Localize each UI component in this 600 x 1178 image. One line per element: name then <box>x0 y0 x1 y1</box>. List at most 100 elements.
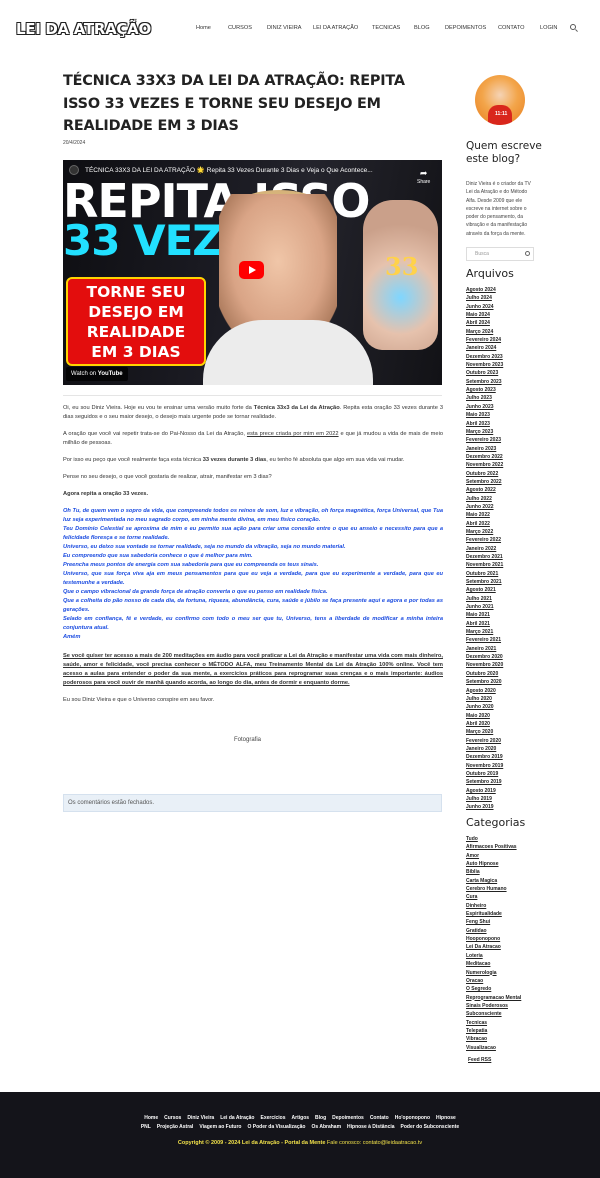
footer-link[interactable]: Projeção Astral <box>157 1124 194 1130</box>
category-link[interactable]: Lei Da Atracao <box>466 943 521 951</box>
site-logo[interactable]: LEI DA ATRAÇÃO <box>16 20 151 38</box>
archive-link[interactable]: Fevereiro 2022 <box>466 536 503 544</box>
nav-login[interactable]: LOGIN <box>540 25 557 31</box>
share-button[interactable]: ➦ Share <box>417 168 430 185</box>
footer-link[interactable]: Os Abraham <box>311 1124 341 1130</box>
footer-link[interactable]: Blog <box>315 1115 326 1121</box>
archive-link[interactable]: Abril 2021 <box>466 620 503 628</box>
contact-text[interactable]: Fale conosco: contato@leidaatracao.tv <box>325 1140 422 1146</box>
archive-link[interactable]: Março 2021 <box>466 628 503 636</box>
play-button[interactable] <box>239 261 264 279</box>
archive-link[interactable]: Junho 2024 <box>466 303 503 311</box>
archive-link[interactable]: Novembro 2023 <box>466 361 503 369</box>
nav-diniz-vieira[interactable]: DINIZ VIEIRA <box>267 25 302 31</box>
archive-link[interactable]: Junho 2022 <box>466 503 503 511</box>
footer-link[interactable]: Hipnose <box>436 1115 456 1121</box>
footer-link[interactable]: PNL <box>141 1124 151 1130</box>
archive-link[interactable]: Novembro 2020 <box>466 661 503 669</box>
archive-link[interactable]: Agosto 2023 <box>466 386 503 394</box>
category-link[interactable]: Cura <box>466 893 521 901</box>
category-link[interactable]: Bíblia <box>466 868 521 876</box>
archive-link[interactable]: Dezembro 2020 <box>466 653 503 661</box>
archive-link[interactable]: Novembro 2022 <box>466 461 503 469</box>
category-link[interactable]: Feng Shui <box>466 918 521 926</box>
archive-link[interactable]: Setembro 2023 <box>466 378 503 386</box>
archive-link[interactable]: Dezembro 2023 <box>466 353 503 361</box>
video-title[interactable]: TÉCNICA 33X3 DA LEI DA ATRAÇÃO 🌟 Repita … <box>85 166 373 174</box>
archive-link[interactable]: Junho 2020 <box>466 703 503 711</box>
metodo-alfa-promo-link[interactable]: Se você quiser ter acesso a mais de 200 … <box>63 652 443 688</box>
footer-link[interactable]: Viagem ao Futuro <box>199 1124 241 1130</box>
archive-link[interactable]: Março 2022 <box>466 528 503 536</box>
archive-link[interactable]: Janeiro 2023 <box>466 445 503 453</box>
category-link[interactable]: Oracao <box>466 977 521 985</box>
archive-link[interactable]: Setembro 2019 <box>466 778 503 786</box>
archive-link[interactable]: Agosto 2021 <box>466 586 503 594</box>
archive-link[interactable]: Julho 2024 <box>466 294 503 302</box>
category-link[interactable]: Numerologia <box>466 969 521 977</box>
archive-link[interactable]: Janeiro 2021 <box>466 645 503 653</box>
footer-link[interactable]: Artigos <box>292 1115 310 1121</box>
footer-link[interactable]: Depoimentos <box>332 1115 364 1121</box>
category-link[interactable]: Amor <box>466 852 521 860</box>
archive-link[interactable]: Abril 2023 <box>466 420 503 428</box>
category-link[interactable]: O Segredo <box>466 985 521 993</box>
archive-link[interactable]: Janeiro 2022 <box>466 545 503 553</box>
category-link[interactable]: Sinais Poderosos <box>466 1002 521 1010</box>
footer-link[interactable]: Cursos <box>164 1115 181 1121</box>
archive-link[interactable]: Maio 2024 <box>466 311 503 319</box>
archive-link[interactable]: Agosto 2022 <box>466 486 503 494</box>
search-icon[interactable] <box>525 251 530 256</box>
archive-link[interactable]: Abril 2020 <box>466 720 503 728</box>
search-icon[interactable] <box>570 24 576 30</box>
archive-link[interactable]: Setembro 2020 <box>466 678 503 686</box>
archive-link[interactable]: Maio 2020 <box>466 712 503 720</box>
archive-link[interactable]: Junho 2019 <box>466 803 503 811</box>
archive-link[interactable]: Maio 2023 <box>466 411 503 419</box>
archive-link[interactable]: Fevereiro 2021 <box>466 636 503 644</box>
category-link[interactable]: Hooponopono <box>466 935 521 943</box>
archive-link[interactable]: Dezembro 2019 <box>466 753 503 761</box>
archive-link[interactable]: Setembro 2022 <box>466 478 503 486</box>
nav-home[interactable]: Home <box>196 25 211 31</box>
category-link[interactable]: Subconsciente <box>466 1010 521 1018</box>
footer-link[interactable]: Poder do Subconsciente <box>401 1124 460 1130</box>
category-link[interactable]: Cerebro Humano <box>466 885 521 893</box>
archive-link[interactable]: Março 2023 <box>466 428 503 436</box>
category-link[interactable]: Telepatia <box>466 1027 521 1035</box>
archive-link[interactable]: Fevereiro 2020 <box>466 737 503 745</box>
archive-link[interactable]: Novembro 2019 <box>466 762 503 770</box>
archive-link[interactable]: Agosto 2024 <box>466 286 503 294</box>
archive-link[interactable]: Outubro 2019 <box>466 770 503 778</box>
nav-blog[interactable]: BLOG <box>414 25 430 31</box>
archive-link[interactable]: Outubro 2020 <box>466 670 503 678</box>
nav-depoimentos[interactable]: DEPOIMENTOS <box>445 25 486 31</box>
category-link[interactable]: Espiritualidade <box>466 910 521 918</box>
archive-link[interactable]: Fevereiro 2024 <box>466 336 503 344</box>
category-link[interactable]: Dinheiro <box>466 902 521 910</box>
archive-link[interactable]: Outubro 2023 <box>466 369 503 377</box>
archive-link[interactable]: Novembro 2021 <box>466 561 503 569</box>
watch-on-youtube-button[interactable]: Watch on YouTube <box>66 367 128 381</box>
feed-rss-link[interactable]: Feed RSS <box>468 1057 491 1063</box>
category-link[interactable]: Tudo <box>466 835 521 843</box>
archive-link[interactable]: Julho 2019 <box>466 795 503 803</box>
archive-link[interactable]: Abril 2022 <box>466 520 503 528</box>
footer-link[interactable]: O Poder da Visualização <box>247 1124 305 1130</box>
footer-link[interactable]: Ho'oponopono <box>395 1115 430 1121</box>
category-link[interactable]: Visualizacao <box>466 1044 521 1052</box>
archive-link[interactable]: Março 2024 <box>466 328 503 336</box>
archive-link[interactable]: Janeiro 2020 <box>466 745 503 753</box>
footer-link[interactable]: Home <box>144 1115 158 1121</box>
category-link[interactable]: Vibracao <box>466 1035 521 1043</box>
archive-link[interactable]: Março 2020 <box>466 728 503 736</box>
nav-lei-da-atracao[interactable]: LEI DA ATRAÇÃO <box>313 25 358 31</box>
archive-link[interactable]: Julho 2020 <box>466 695 503 703</box>
archive-link[interactable]: Julho 2023 <box>466 394 503 402</box>
nav-tecnicas[interactable]: TECNICAS <box>372 25 400 31</box>
archive-link[interactable]: Janeiro 2024 <box>466 344 503 352</box>
archive-link[interactable]: Maio 2021 <box>466 611 503 619</box>
archive-link[interactable]: Agosto 2020 <box>466 687 503 695</box>
category-link[interactable]: Auto Hipnose <box>466 860 521 868</box>
nav-contato[interactable]: CONTATO <box>498 25 524 31</box>
